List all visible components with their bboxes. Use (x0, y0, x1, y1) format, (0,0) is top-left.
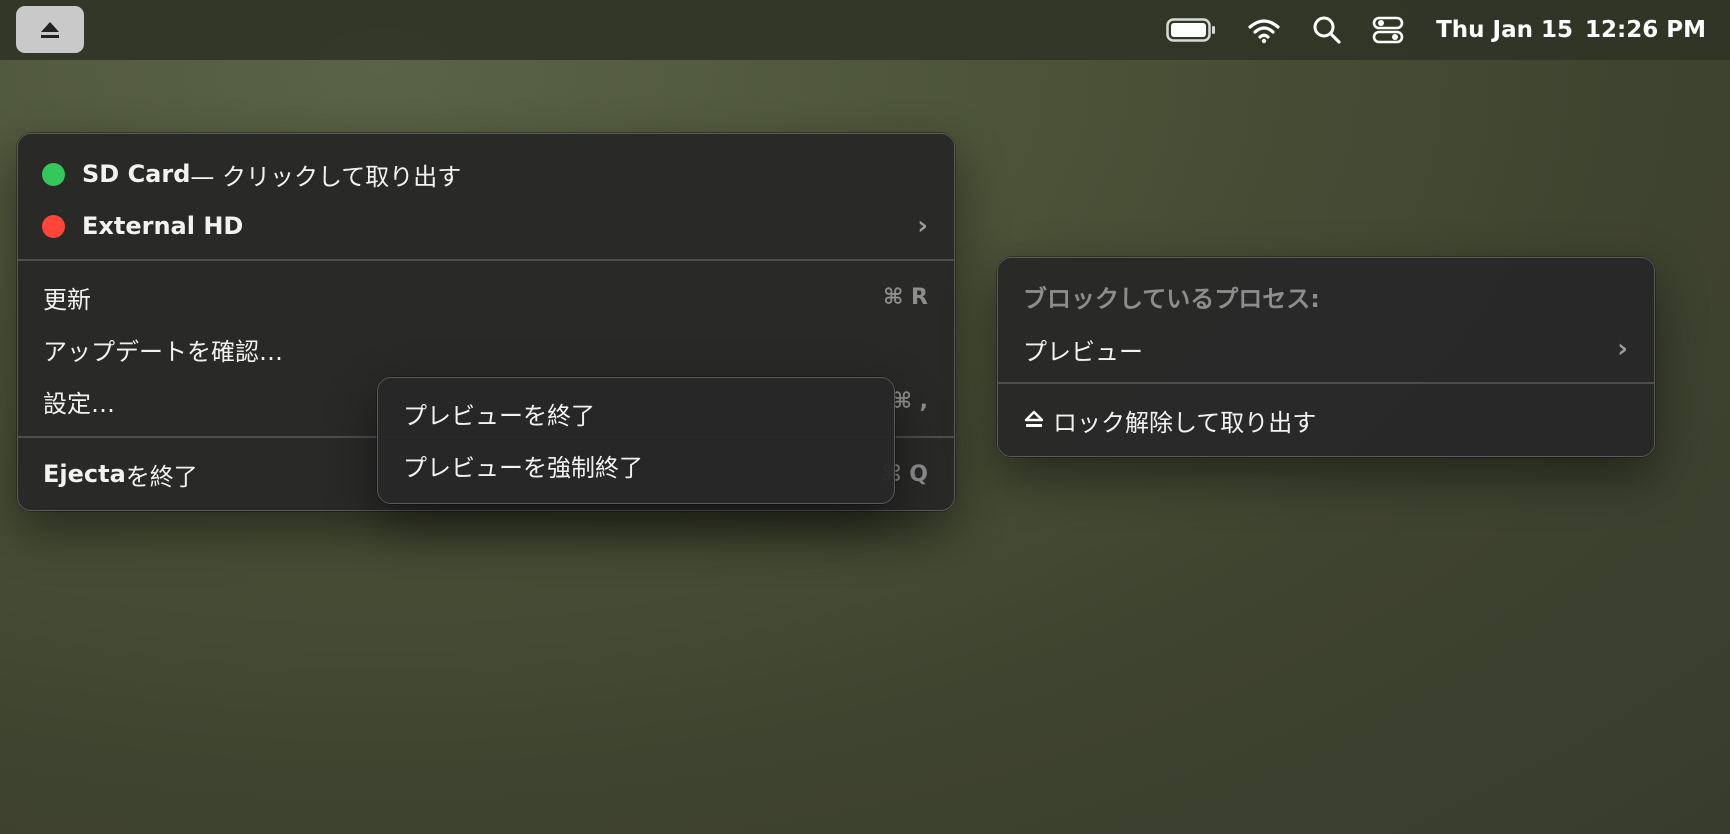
eject-menu-button[interactable] (16, 6, 84, 53)
refresh-shortcut: ⌘ R (882, 284, 928, 310)
process-action-submenu: プレビューを終了 プレビューを強制終了 (377, 377, 895, 504)
control-center-icon (1372, 16, 1404, 44)
chevron-right-icon: › (917, 211, 928, 241)
unlock-and-eject-menu-item[interactable]: ロック解除して取り出す (998, 398, 1654, 442)
quit-preview-menu-item[interactable]: プレビューを終了 (378, 391, 894, 435)
spotlight-status[interactable] (1312, 0, 1342, 60)
clock-time: 12:26 PM (1585, 17, 1706, 43)
settings-label: 設定… (43, 389, 115, 418)
blocking-process-item-preview[interactable]: プレビュー › (998, 327, 1654, 371)
unlock-eject-icon (1024, 410, 1044, 427)
blocking-processes-header: ブロックしているプロセス: (998, 276, 1654, 316)
unlock-eject-label: ロック解除して取り出す (1053, 408, 1317, 437)
status-dot-green (42, 162, 65, 186)
drive-item-external-hd[interactable]: External HD › (18, 206, 954, 246)
drive-name: SD Card (82, 160, 191, 188)
drive-item-sd-card[interactable]: SD Card — クリックして取り出す (18, 154, 954, 194)
check-updates-menu-item[interactable]: アップデートを確認… (18, 329, 954, 369)
check-updates-label: アップデートを確認… (43, 337, 283, 366)
wifi-status[interactable] (1247, 0, 1281, 60)
chevron-right-icon: › (1617, 334, 1628, 364)
blocking-header-label: ブロックしているプロセス: (1023, 284, 1320, 313)
force-quit-preview-menu-item[interactable]: プレビューを強制終了 (378, 443, 894, 487)
process-name-label: プレビュー (1023, 337, 1143, 366)
refresh-label: 更新 (43, 285, 91, 314)
force-quit-preview-label: プレビューを強制終了 (403, 453, 643, 482)
battery-status[interactable] (1166, 0, 1216, 60)
drive-action-hint: — クリックして取り出す (190, 162, 462, 191)
menu-separator (18, 259, 954, 261)
wifi-icon (1248, 19, 1280, 44)
quit-preview-label: プレビューを終了 (403, 401, 595, 430)
menu-bar-clock[interactable]: Thu Jan 15 12:26 PM (1436, 0, 1706, 60)
control-center-status[interactable] (1372, 0, 1404, 60)
drive-name: External HD (82, 212, 244, 240)
search-icon (1313, 16, 1341, 44)
refresh-menu-item[interactable]: 更新 ⌘ R (18, 277, 954, 317)
blocking-process-submenu: ブロックしているプロセス: プレビュー › ロック解除して取り出す (997, 257, 1655, 457)
clock-date: Thu Jan 15 (1436, 17, 1574, 43)
battery-icon (1166, 18, 1215, 42)
quit-label: を終了 (125, 462, 198, 491)
eject-icon (41, 21, 59, 38)
menu-separator (998, 382, 1654, 384)
settings-shortcut: ⌘ , (891, 388, 928, 414)
status-dot-red (42, 214, 65, 238)
quit-app-name: Ejecta (43, 460, 126, 488)
menu-bar: Thu Jan 15 12:26 PM (0, 0, 1730, 60)
